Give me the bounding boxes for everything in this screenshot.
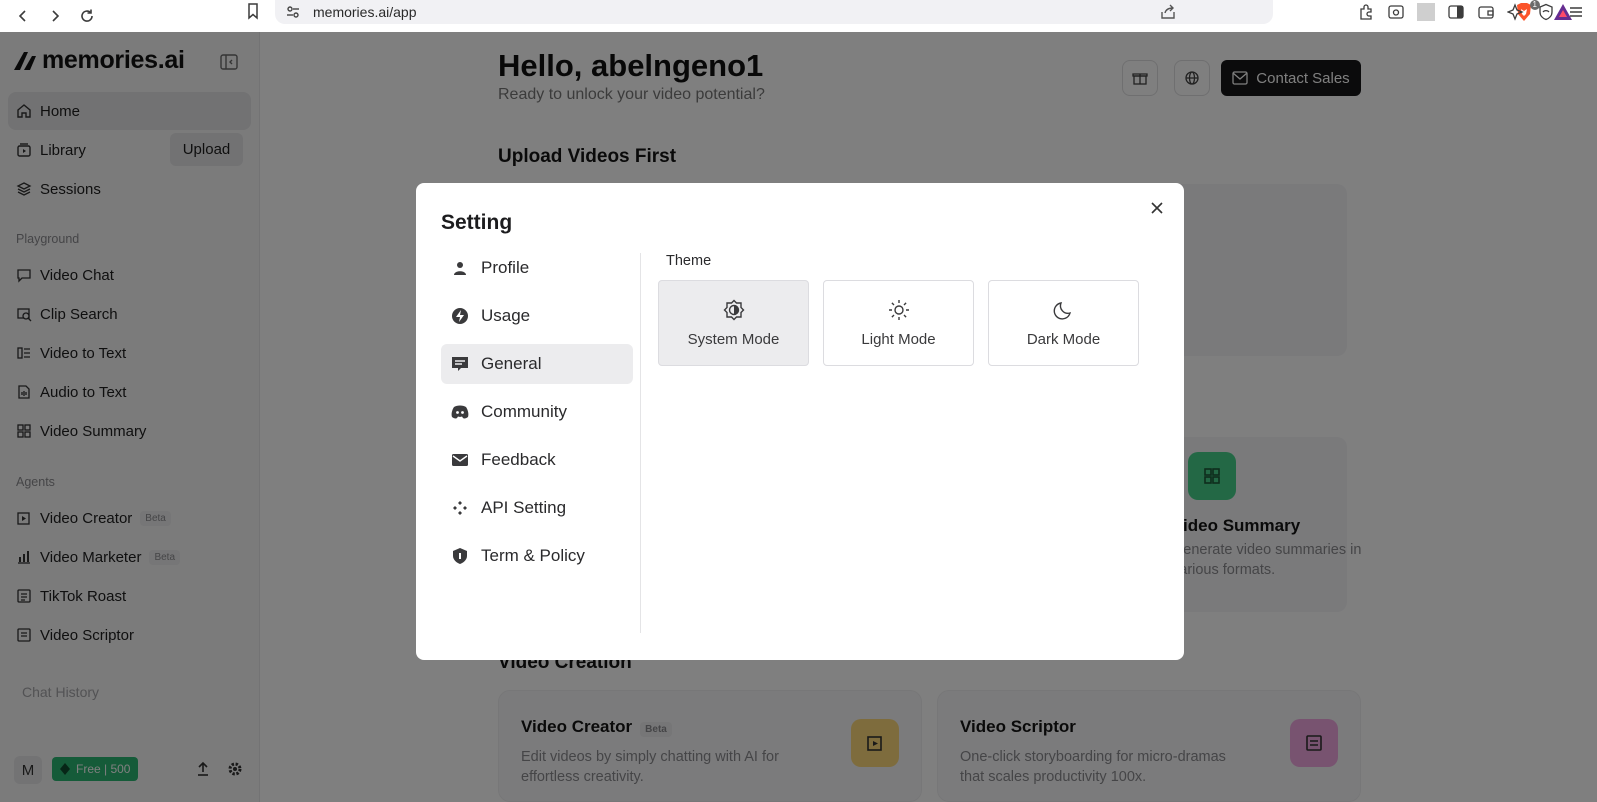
theme-option-label: Dark Mode	[1026, 330, 1101, 348]
menu-label: Usage	[481, 306, 531, 325]
browser-toolbar: memories.ai/app 1	[0, 0, 1597, 32]
close-icon[interactable]	[1148, 199, 1166, 217]
api-icon	[451, 499, 469, 517]
tab-search-icon[interactable]	[1387, 3, 1405, 21]
theme-light-mode[interactable]: Light Mode	[823, 280, 974, 366]
address-bar[interactable]: memories.ai/app	[275, 0, 1273, 24]
settings-menu-api-setting[interactable]: API Setting	[441, 488, 633, 528]
system-mode-icon	[723, 299, 745, 321]
modal-divider	[640, 253, 641, 633]
settings-modal: Setting Profile Usage General Community …	[416, 183, 1184, 660]
theme-option-label: System Mode	[687, 330, 780, 348]
menu-label: Profile	[481, 258, 530, 277]
theme-option-label: Light Mode	[861, 330, 936, 348]
bolt-icon	[451, 307, 469, 325]
settings-menu-usage[interactable]: Usage	[441, 296, 633, 336]
settings-menu-term-policy[interactable]: Term & Policy	[441, 536, 633, 576]
discord-icon	[451, 403, 469, 421]
shield-icon	[451, 547, 469, 565]
settings-menu-community[interactable]: Community	[441, 392, 633, 432]
browser-right-icons	[1357, 3, 1585, 21]
forward-icon[interactable]	[46, 7, 64, 25]
theme-label: Theme	[666, 253, 712, 269]
url-text[interactable]: memories.ai/app	[313, 4, 417, 20]
menu-label: General	[481, 354, 542, 373]
person-icon	[451, 259, 469, 277]
bookmark-icon[interactable]	[244, 2, 262, 20]
reload-icon[interactable]	[78, 7, 96, 25]
general-icon	[451, 355, 469, 373]
leo-ai-icon[interactable]	[1507, 3, 1525, 21]
share-icon[interactable]	[1159, 3, 1177, 21]
vpn-icon[interactable]	[1537, 3, 1555, 21]
moon-icon	[1053, 299, 1075, 321]
menu-label: Term & Policy	[481, 546, 585, 565]
theme-dark-mode[interactable]: Dark Mode	[988, 280, 1139, 366]
settings-menu-feedback[interactable]: Feedback	[441, 440, 633, 480]
back-icon[interactable]	[14, 7, 32, 25]
toolbar-divider	[1417, 3, 1435, 21]
settings-menu-profile[interactable]: Profile	[441, 248, 633, 288]
mail-icon	[451, 451, 469, 469]
menu-icon[interactable]	[1567, 3, 1585, 21]
extensions-icon[interactable]	[1357, 3, 1375, 21]
site-settings-icon[interactable]	[285, 4, 301, 20]
theme-system-mode[interactable]: System Mode	[658, 280, 809, 366]
wallet-icon[interactable]	[1477, 3, 1495, 21]
menu-label: API Setting	[481, 498, 567, 517]
modal-title: Setting	[441, 211, 513, 234]
sidebar-toggle-icon[interactable]	[1447, 3, 1465, 21]
menu-label: Feedback	[481, 450, 556, 469]
browser-nav	[0, 7, 96, 25]
sun-icon	[888, 299, 910, 321]
menu-label: Community	[481, 402, 567, 421]
settings-menu-general[interactable]: General	[441, 344, 633, 384]
